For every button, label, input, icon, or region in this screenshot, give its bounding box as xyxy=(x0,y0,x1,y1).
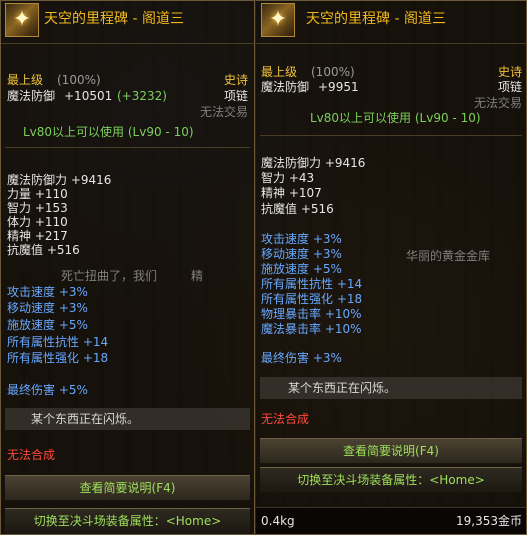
magic-defense-label: 魔法防御 xyxy=(7,89,56,103)
grade-percent: (100%) xyxy=(311,65,355,79)
magic-defense-value: +9951 xyxy=(318,80,359,94)
no-compose-label: 无法合成 xyxy=(261,412,310,426)
stat-row: 攻击速度 +3% xyxy=(7,285,88,299)
stat-row: 抗魔值 +516 xyxy=(261,202,334,216)
item-name: 天空的里程碑 - 阁道三 xyxy=(44,11,184,27)
grade-percent: (100%) xyxy=(57,73,101,87)
switch-pvp-stats-button[interactable]: 切换至决斗场装备属性：<Home> xyxy=(260,467,522,493)
item-weight: 0.4kg xyxy=(261,514,295,528)
stat-row: 所有属性抗性 +14 xyxy=(261,277,363,291)
stat-row: 精神 +217 xyxy=(7,229,68,243)
flash-text: 某个东西正在闪烁。 xyxy=(31,412,140,426)
view-description-button[interactable]: 查看简要说明(F4) xyxy=(5,475,250,501)
item-price: 19,353金币 xyxy=(456,514,522,528)
background-text: 精 xyxy=(191,269,204,283)
magic-defense-bonus: (+3232) xyxy=(117,89,167,103)
stat-row: 抗魔值 +516 xyxy=(7,243,80,257)
star-necklace-icon: ✦ xyxy=(261,3,295,37)
grade-label: 最上级 xyxy=(261,65,298,79)
flash-text: 某个东西正在闪烁。 xyxy=(288,381,397,395)
tooltip-header: ✦ 天空的里程碑 - 阁道三 xyxy=(256,1,526,44)
magic-defense-value: +10501 xyxy=(64,89,113,103)
stat-row: 魔法暴击率 +10% xyxy=(261,322,362,336)
no-trade-label: 无法交易 xyxy=(199,105,248,119)
stat-row: 所有属性强化 +18 xyxy=(261,292,363,306)
stat-row: 攻击速度 +3% xyxy=(261,232,342,246)
level-requirement: Lv80以上可以使用 (Lv90 - 10) xyxy=(310,111,481,125)
stat-row: 精神 +107 xyxy=(261,186,322,200)
divider xyxy=(5,147,250,148)
stat-row: 所有属性强化 +18 xyxy=(7,351,109,365)
background-text: 华丽的黄金金库 xyxy=(406,249,491,263)
no-compose-label: 无法合成 xyxy=(7,448,56,462)
item-tooltip-compare: ✦ 天空的里程碑 - 阁道三 最上级 (100%) 史诗 魔法防御 +10501… xyxy=(0,0,255,535)
view-description-button[interactable]: 查看简要说明(F4) xyxy=(260,438,522,464)
stat-row: 力量 +110 xyxy=(7,187,68,201)
flash-row: 某个东西正在闪烁。 xyxy=(260,377,522,399)
magic-defense-label: 魔法防御 xyxy=(261,80,310,94)
item-footer: 0.4kg 19,353金币 xyxy=(256,507,526,534)
stat-row: 物理暴击率 +10% xyxy=(261,307,362,321)
stat-row: 移动速度 +3% xyxy=(261,247,342,261)
divider xyxy=(260,135,522,136)
item-name: 天空的里程碑 - 阁道三 xyxy=(306,11,446,27)
stat-row: 体力 +110 xyxy=(7,215,68,229)
switch-pvp-stats-button[interactable]: 切换至决斗场装备属性：<Home> xyxy=(5,508,250,534)
no-trade-label: 无法交易 xyxy=(473,96,522,110)
stat-row: 施放速度 +5% xyxy=(261,262,342,276)
tooltip-header: ✦ 天空的里程碑 - 阁道三 xyxy=(1,1,254,44)
flash-row: 某个东西正在闪烁。 xyxy=(5,408,250,430)
stat-row: 施放速度 +5% xyxy=(7,318,88,332)
stat-row: 魔法防御力 +9416 xyxy=(261,156,366,170)
stat-row: 智力 +43 xyxy=(261,171,315,185)
stat-row: 智力 +153 xyxy=(7,201,68,215)
final-damage: 最终伤害 +3% xyxy=(261,351,342,365)
final-damage: 最终伤害 +5% xyxy=(7,383,88,397)
grade-label: 最上级 xyxy=(7,73,44,87)
rarity-label: 史诗 xyxy=(497,65,522,79)
item-tooltip-equipped: ✦ 天空的里程碑 - 阁道三 最上级 (100%) 史诗 魔法防御 +9951 … xyxy=(255,0,527,535)
rarity-label: 史诗 xyxy=(223,73,248,87)
stat-row: 所有属性抗性 +14 xyxy=(7,335,109,349)
star-necklace-icon: ✦ xyxy=(5,3,39,37)
slot-label: 项链 xyxy=(223,89,248,103)
level-requirement: Lv80以上可以使用 (Lv90 - 10) xyxy=(23,125,194,139)
slot-label: 项链 xyxy=(497,80,522,94)
background-text: 死亡扭曲了，我们 xyxy=(61,269,158,283)
stat-row: 魔法防御力 +9416 xyxy=(7,173,112,187)
stat-row: 移动速度 +3% xyxy=(7,301,88,315)
